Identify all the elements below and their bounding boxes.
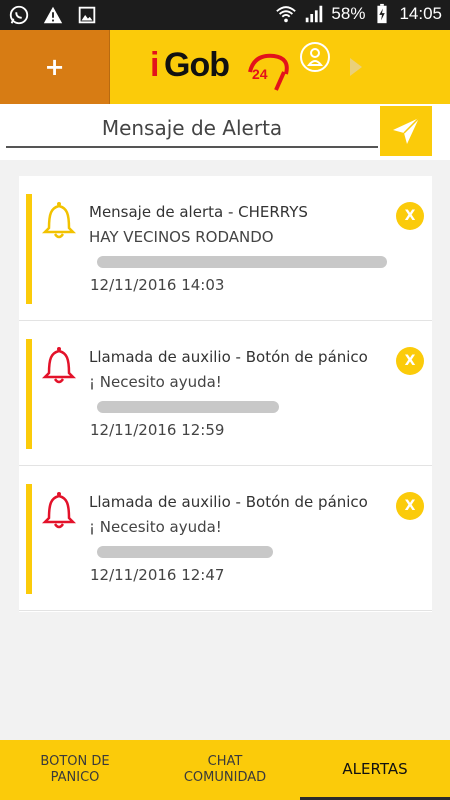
alert-message: ¡ Necesito ayuda!: [89, 518, 222, 536]
bell-icon: [41, 202, 77, 239]
logo-i: i: [150, 46, 160, 84]
alert-title: Llamada de auxilio - Botón de pánico: [89, 493, 368, 511]
alert-message: ¡ Necesito ayuda!: [89, 373, 222, 391]
dismiss-alert-button[interactable]: X: [396, 492, 424, 520]
add-button[interactable]: +: [0, 30, 110, 104]
close-icon: X: [404, 208, 416, 224]
signal-icon: [306, 5, 323, 23]
alert-card[interactable]: Mensaje de alerta - CHERRYS HAY VECINOS …: [19, 176, 432, 321]
close-icon: X: [404, 353, 416, 369]
tab-label-line1: CHAT: [207, 754, 243, 769]
alert-card[interactable]: Llamada de auxilio - Botón de pánico ¡ N…: [19, 321, 432, 466]
warning-icon: [43, 6, 63, 24]
alert-accent-bar: [26, 194, 32, 304]
tab-label-line1: ALERTAS: [342, 759, 408, 778]
dismiss-alert-button[interactable]: X: [396, 202, 424, 230]
send-icon: [393, 117, 420, 144]
alert-card[interactable]: Llamada de auxilio - Botón de pánico ¡ N…: [19, 466, 432, 611]
dismiss-alert-button[interactable]: X: [396, 347, 424, 375]
tab-chat-comunidad[interactable]: CHAT COMUNIDAD: [150, 740, 300, 800]
redacted-contact: [97, 401, 279, 413]
logo-swoosh-icon: [248, 53, 289, 91]
igob24-logo: i Gob 24: [150, 42, 330, 97]
tab-label-line1: BOTON DE: [40, 754, 110, 769]
alert-accent-bar: [26, 339, 32, 449]
bell-icon: [41, 492, 77, 529]
alerts-list: Mensaje de alerta - CHERRYS HAY VECINOS …: [19, 176, 432, 612]
bottom-tab-bar: BOTON DE PANICO CHAT COMUNIDAD ALERTAS: [0, 740, 450, 800]
tab-label-line2: COMUNIDAD: [183, 770, 267, 785]
alert-date: 12/11/2016 12:47: [90, 566, 225, 584]
bell-icon: [41, 347, 77, 384]
user-icon[interactable]: [300, 42, 330, 72]
alert-date: 12/11/2016 12:59: [90, 421, 225, 439]
tab-boton-de-panico[interactable]: BOTON DE PANICO: [0, 740, 150, 800]
alert-accent-bar: [26, 484, 32, 594]
tab-alertas[interactable]: ALERTAS: [300, 740, 450, 800]
image-icon: [78, 6, 96, 24]
redacted-contact: [97, 546, 273, 558]
redacted-contact: [97, 256, 387, 268]
logo-gob: Gob: [164, 46, 230, 84]
add-button-label: +: [44, 53, 65, 81]
whatsapp-icon: [9, 5, 29, 25]
battery-percentage: 58%: [331, 4, 366, 23]
close-icon: X: [404, 498, 416, 514]
alert-message: HAY VECINOS RODANDO: [89, 228, 274, 246]
alert-message-input[interactable]: [6, 110, 378, 148]
alert-title: Llamada de auxilio - Botón de pánico: [89, 348, 368, 366]
alert-date: 12/11/2016 14:03: [90, 276, 225, 294]
tab-label-line2: PANICO: [50, 770, 100, 785]
app-header: + i Gob 24: [0, 30, 450, 104]
status-time: 14:05: [399, 4, 442, 23]
next-arrow-icon[interactable]: [350, 58, 362, 76]
status-bar: 58% 14:05: [0, 0, 450, 30]
battery-charging-icon: [377, 3, 388, 24]
wifi-icon: [276, 6, 297, 23]
send-button[interactable]: [380, 106, 432, 156]
alert-title: Mensaje de alerta - CHERRYS: [89, 203, 308, 221]
